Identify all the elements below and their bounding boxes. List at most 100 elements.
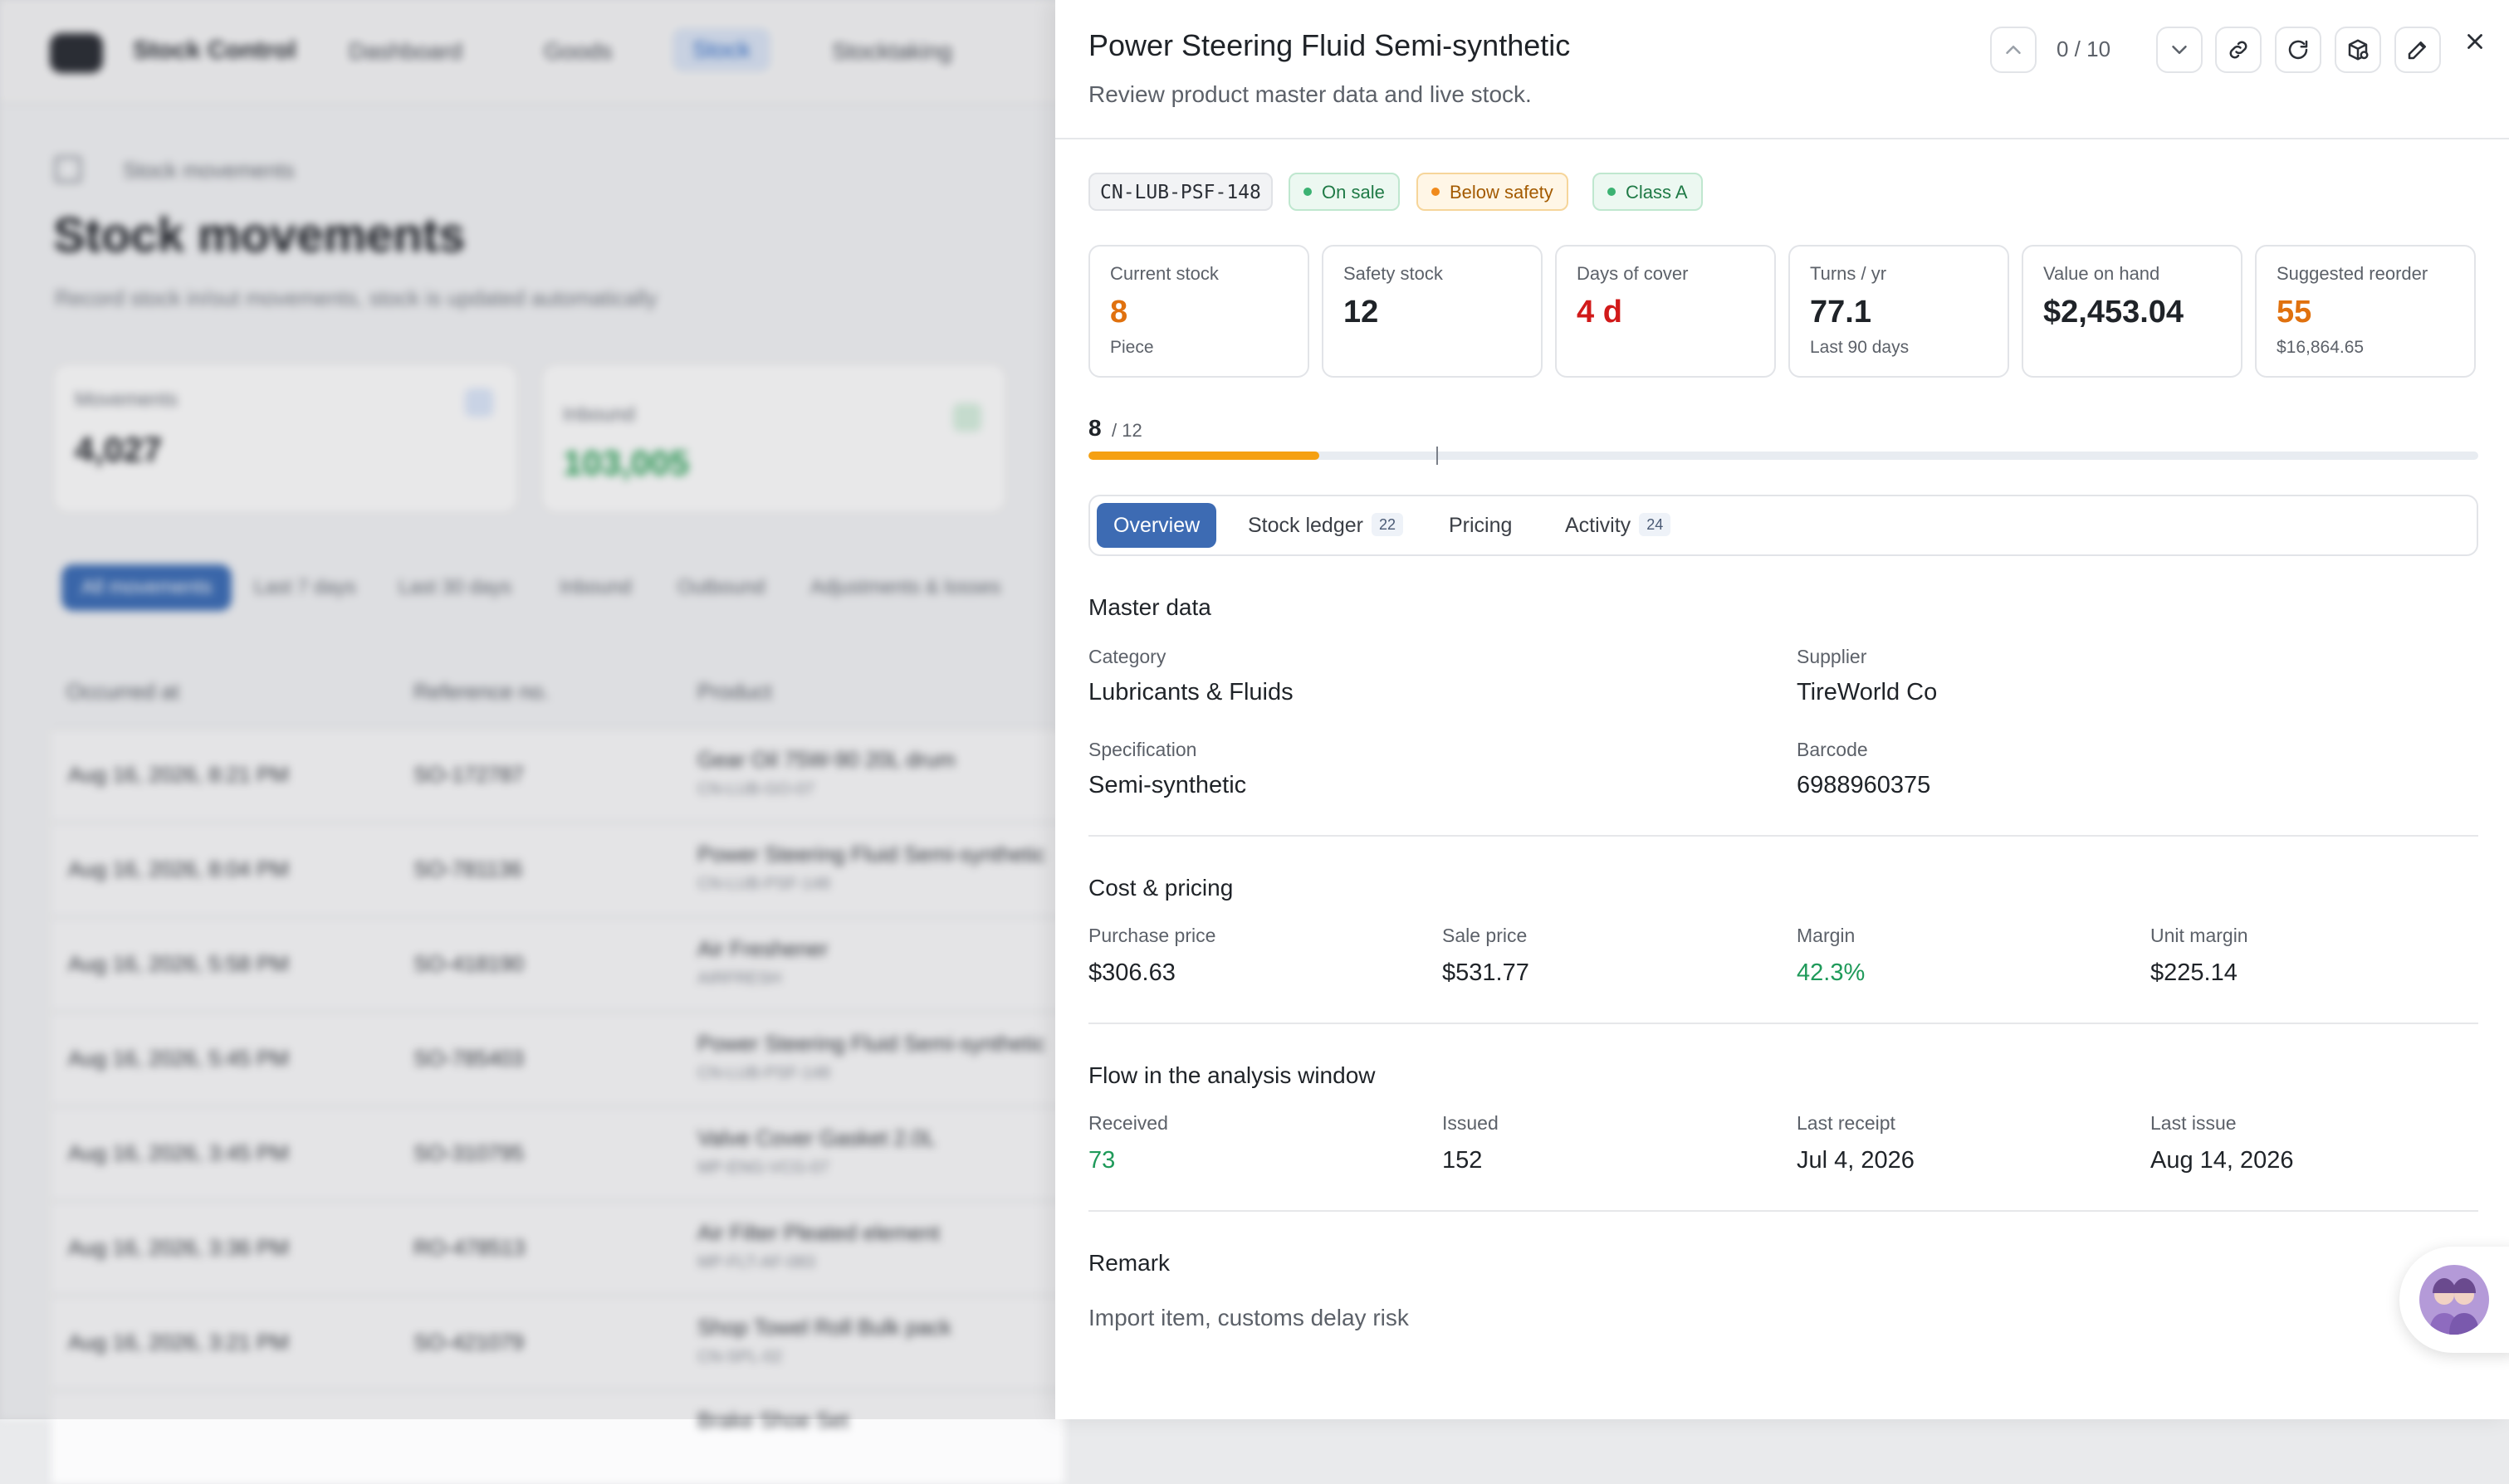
class-dot-icon — [1607, 188, 1616, 197]
remark-text: Import item, customs delay risk — [1088, 1305, 1409, 1330]
record-counter: 0 / 10 — [2057, 37, 2111, 61]
metric-label: Value on hand — [2043, 263, 2160, 284]
metric-label: Safety stock — [1343, 263, 1443, 284]
product-detail-drawer: Power Steering Fluid Semi-synthetic Revi… — [1055, 0, 2509, 1419]
field-label-category: Category — [1088, 646, 1166, 667]
field-value-last-issue: Aug 14, 2026 — [2150, 1147, 2294, 1174]
tab-pricing[interactable]: Pricing — [1432, 503, 1528, 548]
detail-tabs: Overview Stock ledger 22 Pricing Activity… — [1088, 495, 2478, 556]
stock-progress-bar — [1088, 452, 2478, 460]
tab-overview[interactable]: Overview — [1097, 503, 1217, 548]
metric-value: 55 — [2277, 295, 2312, 330]
field-value-unit-margin: $225.14 — [2150, 959, 2238, 986]
status-badge-below-safety: Below safety — [1416, 173, 1568, 211]
status-badge-on-sale: On sale — [1289, 173, 1400, 211]
metric-caption: $16,864.65 — [2277, 338, 2365, 357]
tab-stock-ledger[interactable]: Stock ledger 22 — [1231, 503, 1420, 548]
section-divider — [1088, 1210, 2478, 1212]
section-title-remark: Remark — [1088, 1250, 1171, 1276]
close-icon — [2467, 34, 2482, 49]
modal-overlay[interactable] — [0, 0, 1055, 1419]
metric-value: 77.1 — [1810, 295, 1871, 330]
stock-progress-fill — [1088, 452, 1319, 460]
safety-stock-marker — [1435, 447, 1438, 465]
metric-value: 4 d — [1577, 295, 1622, 330]
field-label-sale-price: Sale price — [1442, 925, 1528, 946]
stock-adjust-button[interactable] — [2335, 27, 2381, 73]
status-dot-icon — [1303, 188, 1312, 197]
section-divider — [1088, 835, 2478, 837]
metric-label: Current stock — [1110, 263, 1219, 284]
refresh-icon — [2288, 40, 2308, 60]
tab-label: Pricing — [1449, 514, 1513, 537]
tab-label: Overview — [1113, 514, 1201, 537]
metric-value: $2,453.04 — [2043, 295, 2184, 330]
field-value-received: 73 — [1088, 1147, 1116, 1174]
class-badge-label: Class A — [1626, 182, 1688, 203]
next-button[interactable] — [2156, 27, 2203, 73]
header-divider — [1055, 138, 2509, 139]
metric-safety-stock: Safety stock 12 — [1322, 245, 1543, 378]
field-value-margin: 42.3% — [1797, 959, 1866, 986]
field-label-purchase-price: Purchase price — [1088, 925, 1216, 946]
field-value-last-receipt: Jul 4, 2026 — [1797, 1147, 1915, 1174]
field-label-issued: Issued — [1442, 1112, 1499, 1134]
close-button[interactable] — [2458, 25, 2492, 58]
warning-dot-icon — [1431, 188, 1440, 197]
field-value-sale-price: $531.77 — [1442, 959, 1529, 986]
tab-count-badge: 24 — [1639, 513, 1671, 537]
field-value-specification: Semi-synthetic — [1088, 772, 1247, 798]
field-label-last-receipt: Last receipt — [1797, 1112, 1895, 1134]
field-value-barcode: 6988960375 — [1797, 772, 1931, 798]
help-avatar-icon — [2419, 1265, 2489, 1335]
tab-count-badge: 22 — [1371, 513, 1403, 537]
metric-suggested-reorder: Suggested reorder 55 $16,864.65 — [2255, 245, 2476, 378]
help-chat-button[interactable] — [2399, 1247, 2509, 1353]
metric-days-of-cover: Days of cover 4 d — [1555, 245, 1776, 378]
link-icon — [2229, 41, 2247, 59]
edit-icon — [2408, 41, 2426, 60]
section-title-cost-pricing: Cost & pricing — [1088, 875, 1234, 901]
field-value-purchase-price: $306.63 — [1088, 959, 1176, 986]
field-value-issued: 152 — [1442, 1147, 1483, 1174]
section-divider — [1088, 1023, 2478, 1024]
tab-activity[interactable]: Activity 24 — [1548, 503, 1687, 548]
metric-label: Turns / yr — [1810, 263, 1887, 284]
class-badge: Class A — [1592, 173, 1703, 211]
tab-label: Activity — [1565, 514, 1631, 537]
status-badge-label: On sale — [1322, 182, 1385, 203]
field-label-received: Received — [1088, 1112, 1168, 1134]
field-label-supplier: Supplier — [1797, 646, 1867, 667]
refresh-button[interactable] — [2275, 27, 2321, 73]
metric-value-on-hand: Value on hand $2,453.04 — [2022, 245, 2242, 378]
field-label-specification: Specification — [1088, 739, 1197, 760]
field-label-margin: Margin — [1797, 925, 1856, 946]
chevron-down-icon — [2172, 46, 2187, 54]
metric-caption: Piece — [1110, 338, 1154, 357]
metric-label: Days of cover — [1577, 263, 1689, 284]
section-title-flow: Flow in the analysis window — [1088, 1062, 1376, 1088]
metric-value: 8 — [1110, 295, 1128, 330]
field-label-barcode: Barcode — [1797, 739, 1868, 760]
field-label-last-issue: Last issue — [2150, 1112, 2237, 1134]
tab-label: Stock ledger — [1248, 514, 1363, 537]
stock-progress-current: 8 — [1088, 415, 1102, 441]
field-value-supplier: TireWorld Co — [1797, 679, 1938, 705]
edit-button[interactable] — [2394, 27, 2441, 73]
status-badge-label: Below safety — [1450, 182, 1553, 203]
metric-label: Suggested reorder — [2277, 263, 2428, 284]
stock-progress-target: / 12 — [1112, 420, 1142, 441]
chevron-up-icon — [2006, 46, 2021, 54]
metric-caption: Last 90 days — [1810, 338, 1910, 357]
drawer-title: Power Steering Fluid Semi-synthetic — [1088, 28, 1571, 62]
copy-link-button[interactable] — [2215, 27, 2262, 73]
section-title-master-data: Master data — [1088, 594, 1211, 620]
package-icon — [2348, 39, 2369, 61]
metric-current-stock: Current stock 8 Piece — [1088, 245, 1309, 378]
previous-button[interactable] — [1990, 27, 2037, 73]
field-value-category: Lubricants & Fluids — [1088, 679, 1294, 705]
field-label-unit-margin: Unit margin — [2150, 925, 2248, 946]
metric-value: 12 — [1343, 295, 1379, 330]
drawer-subtitle: Review product master data and live stoc… — [1088, 81, 1532, 107]
sku-code-badge: CN-LUB-PSF-148 — [1088, 173, 1273, 211]
